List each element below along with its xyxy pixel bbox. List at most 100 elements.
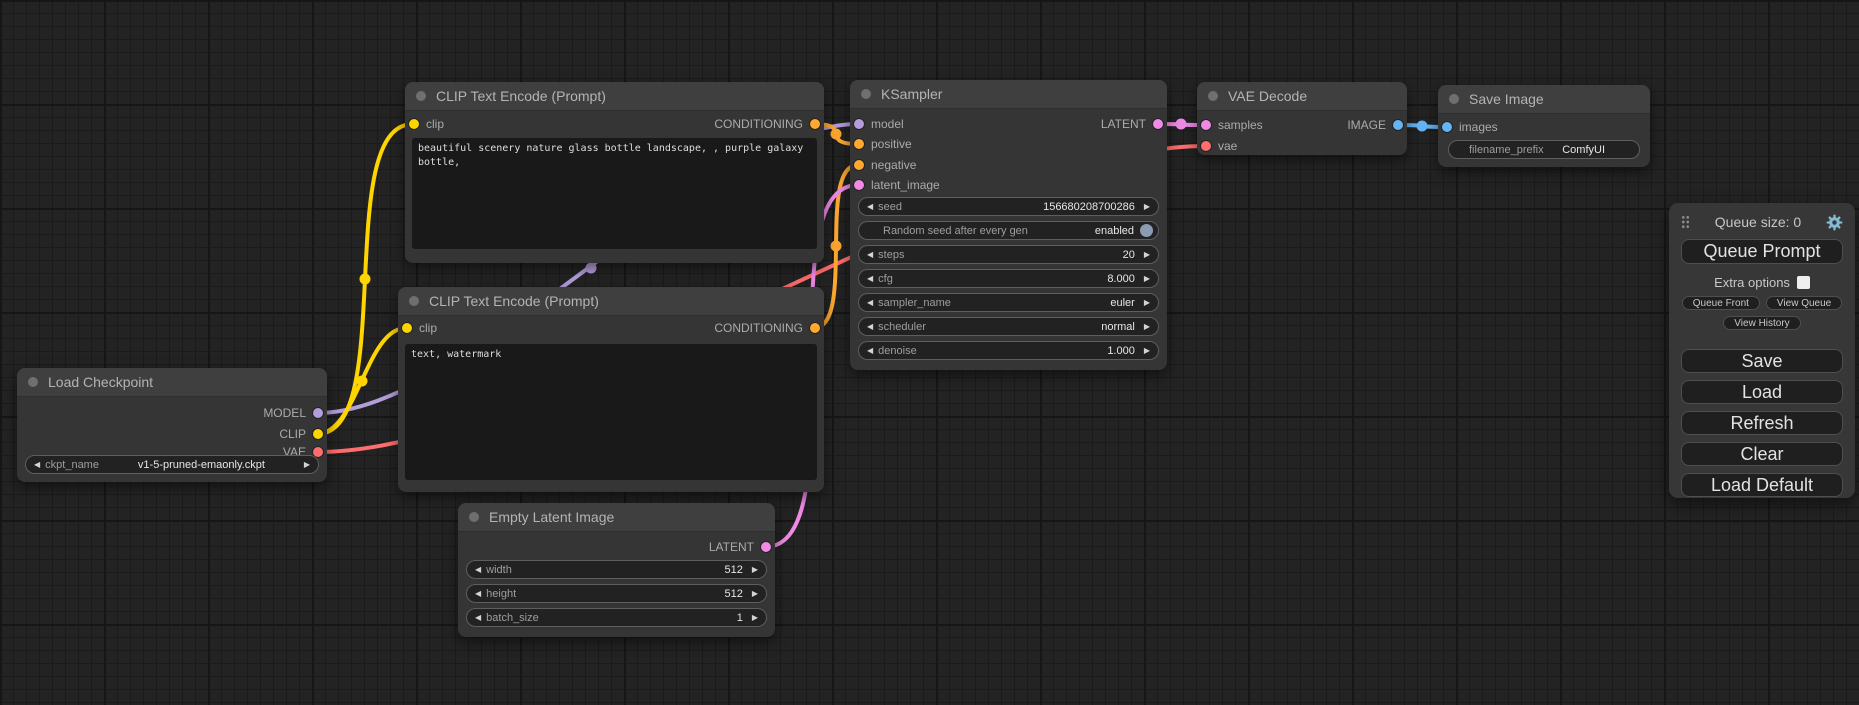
output-slot-image: IMAGE xyxy=(1347,116,1403,134)
slot-label: negative xyxy=(871,158,916,172)
decrement-arrow-icon[interactable]: ◀ xyxy=(867,347,873,355)
port-dot-conditioning[interactable] xyxy=(810,119,820,129)
port-dot-vae[interactable] xyxy=(1201,141,1211,151)
port-dot-clip[interactable] xyxy=(409,119,419,129)
port-dot-conditioning[interactable] xyxy=(854,160,864,170)
node-title-bar[interactable]: Load Checkpoint xyxy=(17,368,327,397)
decrement-arrow-icon[interactable]: ◀ xyxy=(867,299,873,307)
node-title-bar[interactable]: Save Image xyxy=(1438,85,1650,114)
increment-arrow-icon[interactable]: ▶ xyxy=(1144,275,1150,283)
wire-midpoint-dot xyxy=(360,274,371,285)
clear-button[interactable]: Clear xyxy=(1681,442,1843,466)
port-dot-latent[interactable] xyxy=(761,542,771,552)
settings-gear-icon[interactable] xyxy=(1826,214,1843,231)
increment-arrow-icon[interactable]: ▶ xyxy=(1144,251,1150,259)
increment-arrow-icon[interactable]: ▶ xyxy=(752,614,758,622)
widget-steps[interactable]: ◀ steps 20 ▶ xyxy=(858,245,1159,264)
collapse-dot-icon[interactable] xyxy=(861,89,871,99)
widget-label: sampler_name xyxy=(878,297,951,309)
collapse-dot-icon[interactable] xyxy=(28,377,38,387)
slot-label: samples xyxy=(1218,118,1263,132)
output-slot-latent: LATENT xyxy=(709,538,771,556)
view-queue-button[interactable]: View Queue xyxy=(1766,296,1842,310)
decrement-arrow-icon[interactable]: ◀ xyxy=(867,275,873,283)
widget-label: ckpt_name xyxy=(45,459,99,471)
increment-arrow-icon[interactable]: ▶ xyxy=(304,461,310,469)
input-slot-samples: samples xyxy=(1201,116,1263,134)
port-dot-latent[interactable] xyxy=(854,180,864,190)
collapse-dot-icon[interactable] xyxy=(1449,94,1459,104)
port-dot-conditioning[interactable] xyxy=(854,139,864,149)
load-button[interactable]: Load xyxy=(1681,380,1843,404)
widget-value: ComfyUI xyxy=(1562,144,1605,156)
port-dot-image[interactable] xyxy=(1442,122,1452,132)
widget-filename-prefix[interactable]: filename_prefix ComfyUI xyxy=(1448,140,1640,159)
increment-arrow-icon[interactable]: ▶ xyxy=(1144,347,1150,355)
increment-arrow-icon[interactable]: ▶ xyxy=(752,590,758,598)
prompt-textarea[interactable]: text, watermark xyxy=(405,344,817,480)
toggle-dot-icon[interactable] xyxy=(1140,224,1153,237)
widget-denoise[interactable]: ◀ denoise 1.000 ▶ xyxy=(858,341,1159,360)
queue-prompt-button[interactable]: Queue Prompt xyxy=(1681,239,1843,264)
widget-width[interactable]: ◀ width 512 ▶ xyxy=(466,560,767,579)
collapse-dot-icon[interactable] xyxy=(409,296,419,306)
node-title-bar[interactable]: VAE Decode xyxy=(1197,82,1407,111)
collapse-dot-icon[interactable] xyxy=(1208,91,1218,101)
widget-label: width xyxy=(486,564,512,576)
decrement-arrow-icon[interactable]: ◀ xyxy=(867,251,873,259)
widget-height[interactable]: ◀ height 512 ▶ xyxy=(466,584,767,603)
decrement-arrow-icon[interactable]: ◀ xyxy=(475,590,481,598)
port-dot-latent[interactable] xyxy=(1201,120,1211,130)
decrement-arrow-icon[interactable]: ◀ xyxy=(867,323,873,331)
slot-label: images xyxy=(1459,120,1498,134)
collapse-dot-icon[interactable] xyxy=(416,91,426,101)
view-history-button[interactable]: View History xyxy=(1723,316,1800,330)
increment-arrow-icon[interactable]: ▶ xyxy=(1144,323,1150,331)
increment-arrow-icon[interactable]: ▶ xyxy=(1144,203,1150,211)
slot-label: LATENT xyxy=(709,540,754,554)
widget-label: height xyxy=(486,588,516,600)
node-title-bar[interactable]: CLIP Text Encode (Prompt) xyxy=(405,82,824,111)
graph-canvas[interactable]: Load Checkpoint MODEL CLIP VAE ◀ ckpt_na… xyxy=(0,0,1859,705)
decrement-arrow-icon[interactable]: ◀ xyxy=(475,566,481,574)
port-dot-conditioning[interactable] xyxy=(810,323,820,333)
input-slot-negative: negative xyxy=(854,156,916,174)
refresh-button[interactable]: Refresh xyxy=(1681,411,1843,435)
widget-seed[interactable]: ◀ seed 156680208700286 ▶ xyxy=(858,197,1159,216)
increment-arrow-icon[interactable]: ▶ xyxy=(1144,299,1150,307)
node-title-bar[interactable]: Empty Latent Image xyxy=(458,503,775,532)
save-button[interactable]: Save xyxy=(1681,349,1843,373)
slot-label: clip xyxy=(419,321,437,335)
widget-sampler-name[interactable]: ◀ sampler_name euler ▶ xyxy=(858,293,1159,312)
decrement-arrow-icon[interactable]: ◀ xyxy=(34,461,40,469)
load-default-button[interactable]: Load Default xyxy=(1681,473,1843,497)
slot-label: CONDITIONING xyxy=(714,321,803,335)
node-title-bar[interactable]: CLIP Text Encode (Prompt) xyxy=(398,287,824,316)
port-dot-model[interactable] xyxy=(313,408,323,418)
decrement-arrow-icon[interactable]: ◀ xyxy=(475,614,481,622)
port-dot-clip[interactable] xyxy=(402,323,412,333)
input-slot-model: model xyxy=(854,115,904,133)
port-dot-image[interactable] xyxy=(1393,120,1403,130)
widget-batch-size[interactable]: ◀ batch_size 1 ▶ xyxy=(466,608,767,627)
widget-cfg[interactable]: ◀ cfg 8.000 ▶ xyxy=(858,269,1159,288)
extra-options-checkbox[interactable] xyxy=(1797,276,1810,289)
prompt-textarea[interactable]: beautiful scenery nature glass bottle la… xyxy=(412,138,817,249)
port-dot-model[interactable] xyxy=(854,119,864,129)
collapse-dot-icon[interactable] xyxy=(469,512,479,522)
node-ksampler: KSampler model positive negative latent_… xyxy=(850,80,1167,370)
widget-value: 512 xyxy=(724,588,742,600)
node-title-bar[interactable]: KSampler xyxy=(850,80,1167,109)
decrement-arrow-icon[interactable]: ◀ xyxy=(867,203,873,211)
increment-arrow-icon[interactable]: ▶ xyxy=(752,566,758,574)
wire-midpoint-dot xyxy=(357,376,368,387)
node-title: CLIP Text Encode (Prompt) xyxy=(436,88,606,104)
widget-ckpt-name[interactable]: ◀ ckpt_name v1-5-pruned-emaonly.ckpt ▶ xyxy=(25,455,319,474)
widget-scheduler[interactable]: ◀ scheduler normal ▶ xyxy=(858,317,1159,336)
port-dot-latent[interactable] xyxy=(1153,119,1163,129)
widget-random-seed-toggle[interactable]: Random seed after every gen enabled xyxy=(858,221,1159,240)
slot-label: LATENT xyxy=(1101,117,1146,131)
queue-front-button[interactable]: Queue Front xyxy=(1682,296,1760,310)
port-dot-clip[interactable] xyxy=(313,429,323,439)
drag-handle-icon[interactable] xyxy=(1681,215,1690,229)
